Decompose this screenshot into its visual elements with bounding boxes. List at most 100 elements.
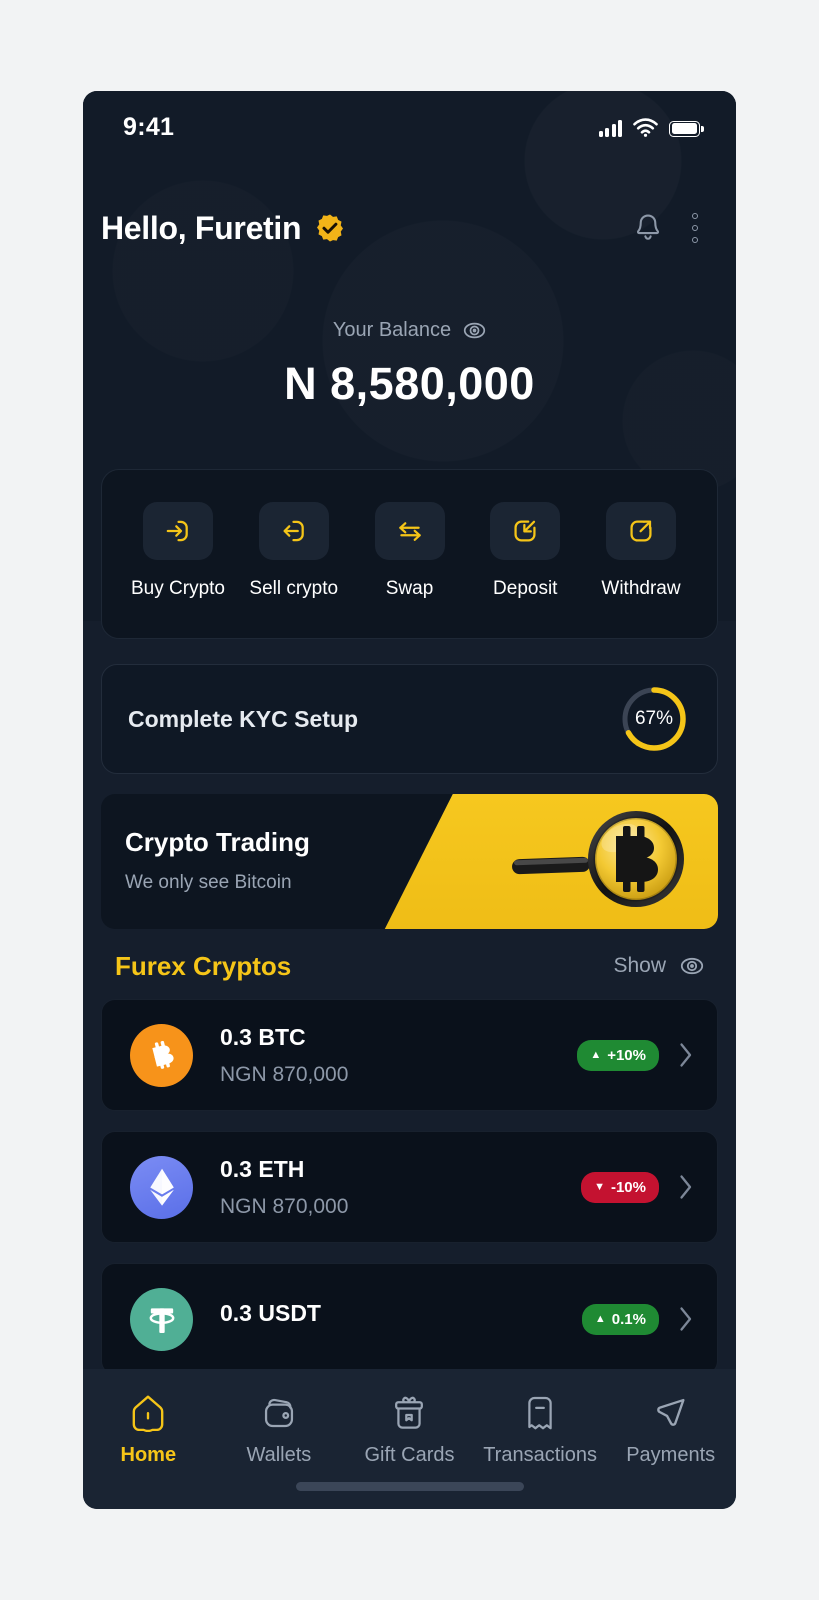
balance-label-row: Your Balance xyxy=(83,319,736,342)
app-screen: 9:41 Hello, Furetin Your Balance N 8,580… xyxy=(83,91,736,1509)
quick-action-label: Withdraw xyxy=(601,578,681,599)
crypto-amount: 0.3 ETH xyxy=(220,1155,305,1182)
change-value: -10% xyxy=(610,1178,646,1196)
row-text: 0.3 ETH NGN 870,000 xyxy=(220,1156,581,1219)
nav-item-transactions[interactable]: Transactions xyxy=(475,1393,605,1467)
status-badge: ▲ +10% xyxy=(577,1039,659,1071)
crypto-amount: 0.3 BTC xyxy=(220,1023,306,1050)
balance-amount: N 8,580,000 xyxy=(284,358,535,409)
gift-icon xyxy=(392,1393,426,1433)
nav-item-wallets[interactable]: Wallets xyxy=(214,1393,344,1467)
tether-icon xyxy=(130,1287,193,1351)
verified-badge-icon xyxy=(317,214,344,242)
quick-action-withdraw[interactable]: Withdraw xyxy=(585,502,697,600)
app-header: Hello, Furetin xyxy=(83,196,736,260)
promo-title: Crypto Trading xyxy=(125,827,310,857)
status-badge: ▼ -10% xyxy=(581,1171,659,1203)
change-value: 0.1% xyxy=(611,1310,646,1328)
battery-full-icon xyxy=(669,120,704,137)
withdraw-tile xyxy=(606,502,676,560)
status-badge: ▲ 0.1% xyxy=(581,1303,659,1335)
status-bar: 9:41 xyxy=(83,91,736,163)
greeting-block: Hello, Furetin xyxy=(101,210,345,247)
arrow-up-icon: ▲ xyxy=(594,1312,606,1325)
cryptos-section-title: Furex Cryptos xyxy=(115,950,292,981)
wifi-icon xyxy=(633,117,658,137)
promo-text: Crypto Trading We only see Bitcoin xyxy=(125,827,310,894)
cryptos-section-header: Furex Cryptos Show xyxy=(101,938,718,994)
quick-action-label: Buy Crypto xyxy=(131,578,225,599)
signal-bars-icon xyxy=(598,119,622,137)
balance-label: Your Balance xyxy=(332,319,452,341)
ethereum-icon xyxy=(130,1155,193,1219)
quick-actions-card: Buy Crypto Sell crypto Swap Deposit With… xyxy=(101,469,718,639)
nav-label: Payments xyxy=(626,1444,716,1466)
cryptos-show-toggle[interactable]: Show xyxy=(613,954,704,978)
greeting-text: Hello, Furetin xyxy=(101,209,302,246)
kyc-title: Complete KYC Setup xyxy=(128,705,359,732)
bell-icon[interactable] xyxy=(634,213,662,243)
eye-icon[interactable] xyxy=(463,319,486,342)
chevron-right-icon[interactable] xyxy=(679,1174,693,1200)
wallet-icon xyxy=(261,1393,297,1433)
chevron-right-icon[interactable] xyxy=(679,1042,693,1068)
arrow-into-box-icon xyxy=(514,520,536,542)
quick-action-label: Deposit xyxy=(493,578,558,599)
home-icon xyxy=(130,1393,166,1433)
table-row[interactable]: 0.3 USDT ▲ 0.1% xyxy=(101,1263,718,1375)
arrow-up-icon: ▲ xyxy=(590,1048,602,1061)
chevron-right-icon[interactable] xyxy=(679,1306,693,1332)
quick-action-swap[interactable]: Swap xyxy=(354,502,466,600)
more-vertical-icon[interactable] xyxy=(686,211,705,246)
kyc-card[interactable]: Complete KYC Setup 67% xyxy=(101,664,718,774)
status-bar-icons xyxy=(598,117,704,137)
quick-action-label: Sell crypto xyxy=(249,578,339,599)
bitcoin-icon xyxy=(130,1023,193,1087)
quick-action-label: Swap xyxy=(385,578,434,599)
magnifier-bitcoin-icon xyxy=(512,811,684,907)
nav-label: Home xyxy=(120,1444,177,1466)
quick-action-buy-crypto[interactable]: Buy Crypto xyxy=(122,502,234,600)
logout-arrow-icon xyxy=(283,520,304,542)
promo-artwork xyxy=(384,794,718,929)
row-text: 0.3 BTC NGN 870,000 xyxy=(220,1024,577,1087)
swap-tile xyxy=(374,502,445,560)
kyc-percent-label: 67% xyxy=(634,708,674,729)
cryptos-show-label: Show xyxy=(613,954,666,977)
home-indicator xyxy=(295,1482,524,1491)
promo-banner[interactable]: Crypto Trading We only see Bitcoin xyxy=(101,794,718,929)
status-bar-clock: 9:41 xyxy=(123,112,175,141)
nav-label: Gift Cards xyxy=(364,1444,455,1466)
row-text: 0.3 USDT xyxy=(220,1300,582,1339)
receipt-icon xyxy=(524,1393,556,1433)
change-value: +10% xyxy=(607,1046,646,1064)
swap-arrows-icon xyxy=(398,522,421,541)
sell-crypto-tile xyxy=(258,502,329,560)
balance-block: Your Balance N 8,580,000 xyxy=(83,319,736,410)
nav-label: Transactions xyxy=(483,1444,597,1466)
kyc-progress-ring: 67% xyxy=(619,684,689,754)
buy-crypto-tile xyxy=(143,502,213,560)
arrow-down-icon: ▼ xyxy=(594,1180,605,1193)
nav-label: Wallets xyxy=(246,1444,312,1466)
crypto-fiat-value: NGN 870,000 xyxy=(220,1062,349,1086)
deposit-tile xyxy=(490,502,561,560)
quick-action-sell-crypto[interactable]: Sell crypto xyxy=(238,502,350,600)
crypto-amount: 0.3 USDT xyxy=(220,1299,321,1326)
table-row[interactable]: 0.3 BTC NGN 870,000 ▲ +10% xyxy=(101,999,718,1111)
bottom-navigation: Home Wallets Gift Cards Transactions Pay… xyxy=(83,1369,736,1509)
crypto-fiat-value: NGN 870,000 xyxy=(220,1194,349,1218)
table-row[interactable]: 0.3 ETH NGN 870,000 ▼ -10% xyxy=(101,1131,718,1243)
page-stage: 9:41 Hello, Furetin Your Balance N 8,580… xyxy=(0,0,819,1600)
promo-subtitle: We only see Bitcoin xyxy=(125,872,292,893)
phone-frame: 9:41 Hello, Furetin Your Balance N 8,580… xyxy=(83,91,736,1509)
nav-item-gift-cards[interactable]: Gift Cards xyxy=(344,1393,474,1467)
arrow-out-of-box-icon xyxy=(630,520,652,542)
eye-icon xyxy=(680,957,704,975)
nav-item-payments[interactable]: Payments xyxy=(606,1393,736,1467)
crypto-list: 0.3 BTC NGN 870,000 ▲ +10% 0.3 ETH NGN 8… xyxy=(101,999,718,1395)
header-actions xyxy=(634,211,705,246)
send-icon xyxy=(653,1393,689,1433)
nav-item-home[interactable]: Home xyxy=(83,1393,213,1467)
quick-action-deposit[interactable]: Deposit xyxy=(469,502,581,600)
